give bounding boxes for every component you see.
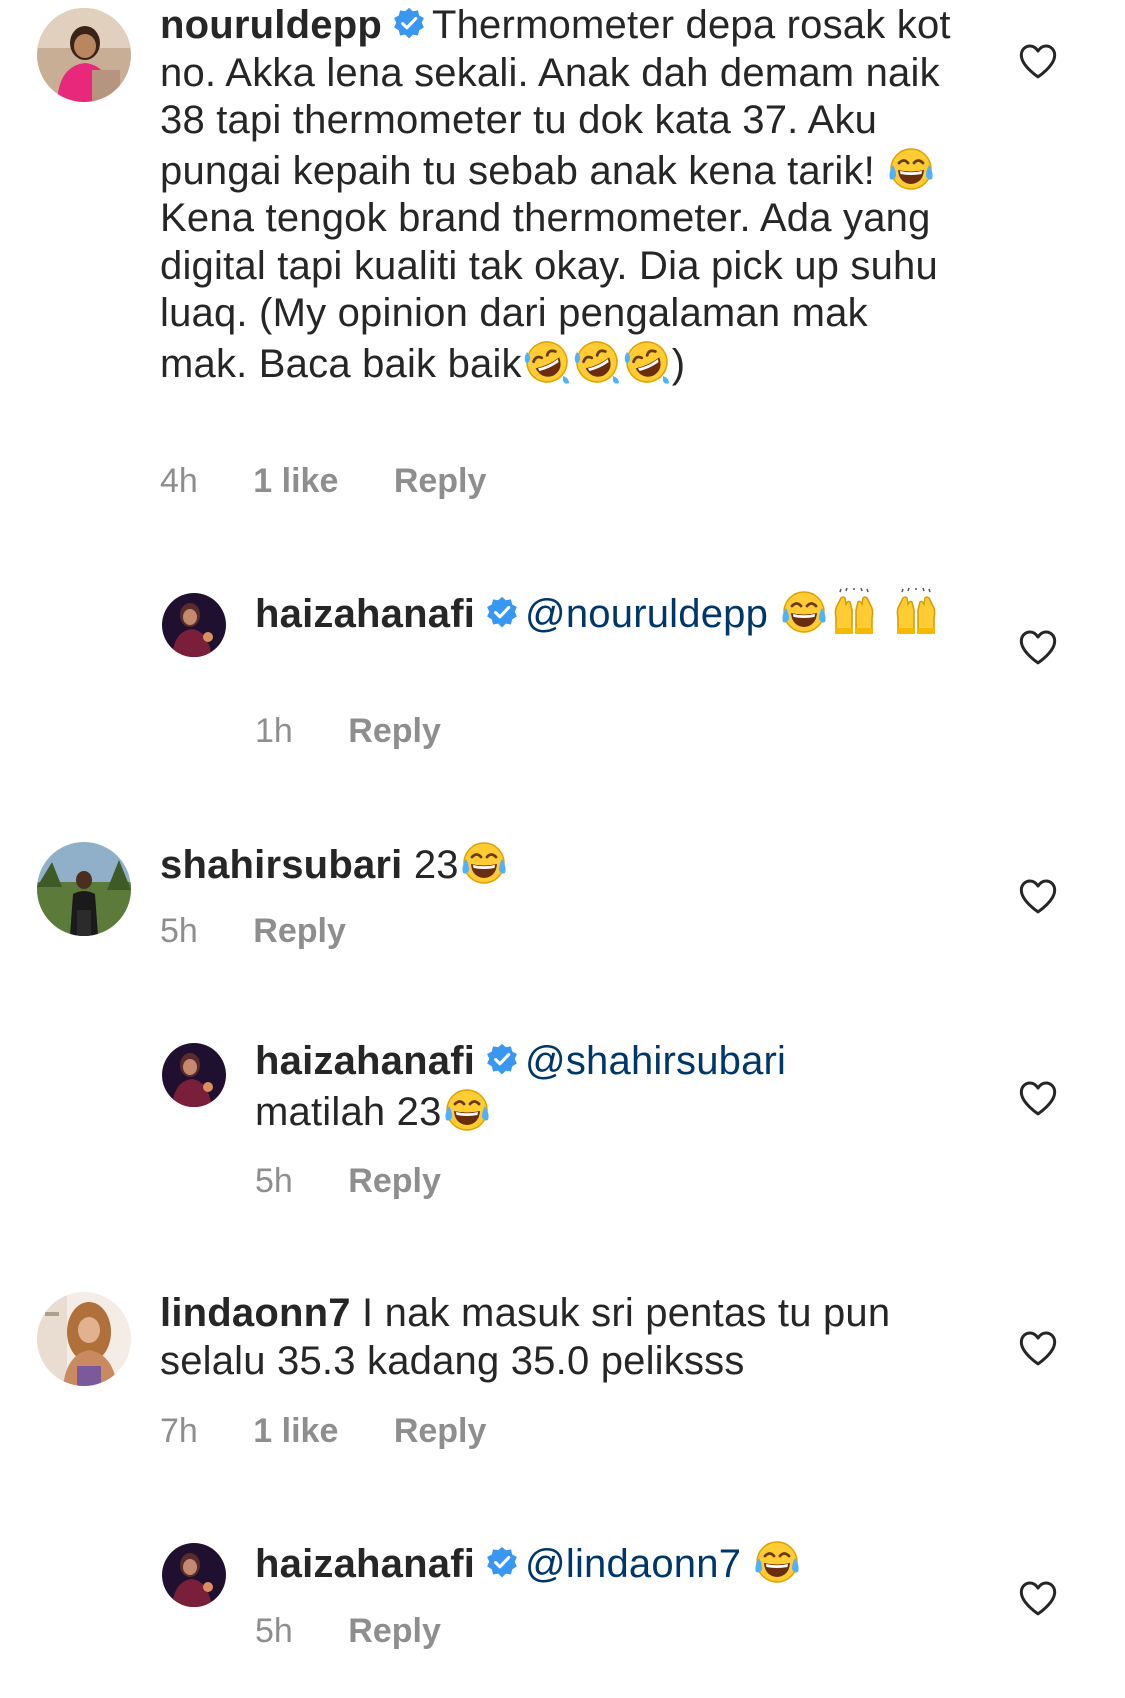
comment-meta: 1h Reply (255, 712, 441, 751)
face-with-tears-of-joy-icon (443, 1086, 491, 1134)
comment-text: nouruldepp Thermometer depa rosak kot no.… (160, 2, 960, 388)
username[interactable]: haizahanafi (255, 592, 475, 636)
comment-meta: 5h Reply (255, 1162, 441, 1201)
username[interactable]: lindaonn7 (160, 1291, 351, 1335)
timestamp: 7h (160, 1412, 198, 1450)
avatar[interactable] (162, 1043, 226, 1107)
raising-hands-icon (892, 588, 940, 636)
comment-body: shahirsubari 23 (160, 839, 960, 890)
comment-meta: 5h Reply (255, 1612, 441, 1651)
username[interactable]: haizahanafi (255, 1039, 475, 1083)
face-with-tears-of-joy-icon (780, 588, 828, 636)
mention-link[interactable]: @lindaonn7 (525, 1542, 741, 1586)
verified-badge-icon (485, 596, 519, 630)
reply-button[interactable]: Reply (348, 1612, 441, 1651)
username[interactable]: haizahanafi (255, 1542, 475, 1586)
comment-meta: 5h Reply (160, 912, 346, 951)
like-heart-icon[interactable] (1018, 1329, 1058, 1367)
timestamp: 4h (160, 462, 198, 500)
avatar[interactable] (37, 842, 131, 936)
likes-count[interactable]: 1 like (253, 462, 338, 501)
rolling-on-floor-laughing-icon (523, 338, 571, 386)
comment-text: haizahanafi @lindaonn7 (255, 1538, 975, 1589)
comment-text: haizahanafi @nouruldepp (255, 588, 975, 639)
face-with-tears-of-joy-icon (460, 839, 508, 887)
comment-content: 23 (413, 843, 459, 887)
face-with-tears-of-joy-icon (753, 1538, 801, 1586)
comment-body: nouruldepp Thermometer depa rosak kot no.… (160, 2, 960, 388)
comment-content: matilah 23 (255, 1089, 442, 1134)
face-with-tears-of-joy-icon (887, 145, 935, 193)
raising-hands-icon (830, 588, 878, 636)
reply-button[interactable]: Reply (253, 912, 346, 951)
avatar[interactable] (162, 593, 226, 657)
avatar[interactable] (37, 1292, 131, 1386)
rolling-on-floor-laughing-icon (623, 338, 671, 386)
mention-link[interactable]: @nouruldepp (525, 592, 768, 636)
timestamp: 1h (255, 712, 293, 750)
likes-count[interactable]: 1 like (253, 1412, 338, 1451)
comment-meta: 4h 1 like Reply (160, 462, 486, 501)
avatar[interactable] (162, 1543, 226, 1607)
verified-badge-icon (485, 1546, 519, 1580)
timestamp: 5h (160, 912, 198, 950)
timestamp: 5h (255, 1162, 293, 1200)
avatar[interactable] (37, 8, 131, 102)
comment-text: lindaonn7 I nak masuk sri pentas tu pun … (160, 1290, 960, 1385)
comment-body: haizahanafi @shahirsubari matilah 23 (255, 1038, 975, 1136)
reply-button[interactable]: Reply (348, 712, 441, 751)
reply-button[interactable]: Reply (394, 462, 487, 501)
like-heart-icon[interactable] (1018, 42, 1058, 80)
reply-button[interactable]: Reply (394, 1412, 487, 1451)
like-heart-icon[interactable] (1018, 1579, 1058, 1617)
comment-body: haizahanafi @lindaonn7 (255, 1538, 975, 1589)
mention-link[interactable]: @shahirsubari (525, 1039, 786, 1083)
comment-content-end: ) (671, 341, 686, 386)
username[interactable]: shahirsubari (160, 843, 402, 887)
reply-button[interactable]: Reply (348, 1162, 441, 1201)
username[interactable]: nouruldepp (160, 3, 382, 47)
like-heart-icon[interactable] (1018, 1079, 1058, 1117)
comment-body: haizahanafi @nouruldepp (255, 588, 975, 639)
verified-badge-icon (392, 7, 426, 41)
comment-text: haizahanafi @shahirsubari matilah 23 (255, 1038, 975, 1136)
timestamp: 5h (255, 1612, 293, 1650)
like-heart-icon[interactable] (1018, 628, 1058, 666)
comment-body: lindaonn7 I nak masuk sri pentas tu pun … (160, 1290, 960, 1385)
comment-meta: 7h 1 like Reply (160, 1412, 486, 1451)
verified-badge-icon (485, 1043, 519, 1077)
comment-text: shahirsubari 23 (160, 839, 960, 890)
like-heart-icon[interactable] (1018, 877, 1058, 915)
rolling-on-floor-laughing-icon (573, 338, 621, 386)
